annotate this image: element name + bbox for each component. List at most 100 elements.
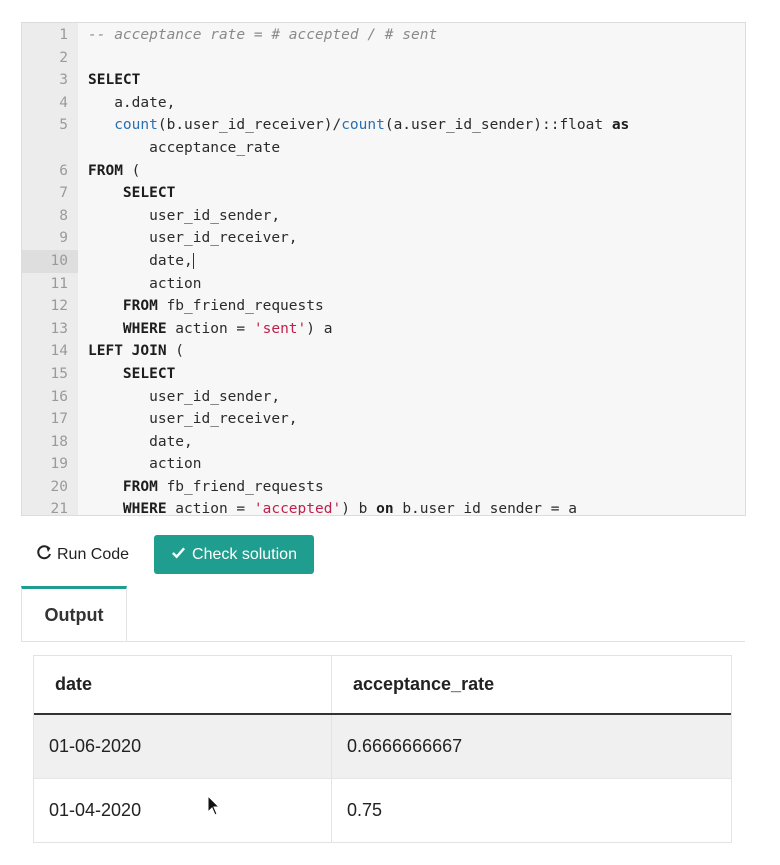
- code-line[interactable]: 8 user_id_sender,: [22, 205, 745, 228]
- code-text: count(b.user_id_receiver)/count(a.user_i…: [88, 114, 733, 159]
- code-line[interactable]: 18 date,: [22, 431, 745, 454]
- line-number: 1: [59, 27, 68, 43]
- line-number: 20: [50, 478, 68, 495]
- line-number: 10: [22, 249, 78, 273]
- line-number: 3: [59, 72, 68, 89]
- line-number: 18: [50, 433, 68, 450]
- output-tabbar: Output: [21, 586, 745, 642]
- line-number: 15: [50, 365, 68, 382]
- code-line[interactable]: 1 -- acceptance rate = # accepted / # sen…: [22, 24, 745, 47]
- code-text: SELECT: [88, 69, 733, 92]
- code-text: action: [88, 273, 733, 296]
- code-token: user_id_receiver,: [88, 411, 298, 428]
- line-number: 5: [59, 117, 68, 134]
- code-text: LEFT JOIN (: [88, 340, 733, 363]
- code-line[interactable]: 16 user_id_sender,: [22, 386, 745, 409]
- code-token: date,: [88, 433, 193, 450]
- line-number: 4: [59, 94, 68, 111]
- checkmark-icon: [171, 545, 186, 565]
- code-text: user_id_sender,: [88, 205, 733, 228]
- code-token: FROM: [122, 298, 158, 315]
- code-text: user_id_receiver,: [88, 227, 733, 250]
- run-code-button[interactable]: Run Code: [36, 541, 129, 569]
- code-line[interactable]: 7 SELECT: [22, 182, 745, 205]
- code-line[interactable]: 17 user_id_receiver,: [22, 408, 745, 431]
- code-text: WHERE action = 'sent') a: [88, 318, 733, 341]
- code-token: user_id_receiver,: [88, 230, 298, 247]
- tab-output[interactable]: Output: [21, 586, 127, 641]
- code-token: user_id_sender,: [88, 207, 281, 224]
- code-line[interactable]: 21 WHERE action = 'accepted') b on b.use…: [22, 498, 745, 516]
- code-token: ) b: [341, 501, 377, 516]
- code-text: FROM fb_friend_requests: [88, 476, 733, 499]
- table-header-row: date acceptance_rate: [34, 656, 731, 715]
- code-line[interactable]: 9 user_id_receiver,: [22, 227, 745, 250]
- code-token: FROM: [122, 478, 158, 495]
- line-number: 17: [50, 411, 68, 428]
- code-token: LEFT JOIN: [88, 343, 167, 360]
- code-text: a.date,: [88, 92, 733, 115]
- line-number: 8: [59, 207, 68, 224]
- code-token: SELECT: [122, 185, 176, 202]
- code-lines[interactable]: 1 -- acceptance rate = # accepted / # sen…: [22, 24, 745, 516]
- cell-acceptance-rate: 0.75: [331, 778, 731, 842]
- code-line[interactable]: 5 count(b.user_id_receiver)/count(a.user…: [22, 114, 745, 159]
- text-cursor: [192, 252, 194, 269]
- code-text: WHERE action = 'accepted') b on b.user_i…: [88, 498, 733, 516]
- run-code-label: Run Code: [57, 546, 130, 563]
- code-line[interactable]: 14 LEFT JOIN (: [22, 340, 745, 363]
- line-number: 21: [50, 501, 68, 516]
- cell-acceptance-rate: 0.6666666667: [331, 713, 731, 779]
- code-line[interactable]: 3 SELECT: [22, 69, 745, 92]
- code-token: (: [166, 343, 185, 360]
- line-number: 7: [59, 185, 68, 202]
- code-line[interactable]: 10 date,: [22, 249, 745, 273]
- code-token: fb_friend_requests: [157, 478, 324, 495]
- code-text: user_id_sender,: [88, 386, 733, 409]
- column-header-acceptance-rate: acceptance_rate: [331, 656, 731, 715]
- code-token: acceptance_rate: [149, 139, 281, 156]
- code-line[interactable]: 6 FROM (: [22, 160, 745, 183]
- code-line[interactable]: 19 action: [22, 453, 745, 476]
- code-text: user_id_receiver,: [88, 408, 733, 431]
- code-text: -- acceptance rate = # accepted / # sent: [88, 24, 733, 47]
- code-line[interactable]: 4 a.date,: [22, 92, 745, 115]
- code-text: SELECT: [88, 363, 733, 386]
- check-solution-button[interactable]: Check solution: [154, 535, 314, 574]
- code-line[interactable]: 2: [22, 47, 745, 70]
- check-solution-label: Check solution: [192, 545, 297, 563]
- code-token: count: [114, 117, 158, 134]
- code-token: action: [88, 275, 202, 292]
- code-editor[interactable]: 1 -- acceptance rate = # accepted / # sen…: [21, 22, 746, 516]
- refresh-icon: [36, 544, 52, 566]
- code-token: (: [122, 162, 141, 179]
- code-token: (b.user_id_receiver)/: [157, 117, 342, 134]
- code-token: SELECT: [122, 365, 176, 382]
- output-table: date acceptance_rate 01-06-2020 0.666666…: [33, 655, 732, 843]
- code-token: as: [611, 117, 630, 134]
- code-line[interactable]: 20 FROM fb_friend_requests: [22, 476, 745, 499]
- code-text: action: [88, 453, 733, 476]
- code-line[interactable]: 13 WHERE action = 'sent') a: [22, 318, 745, 341]
- code-text: FROM fb_friend_requests: [88, 295, 733, 318]
- table-row: 01-06-2020 0.6666666667: [34, 713, 731, 779]
- code-token: ) a: [306, 320, 333, 337]
- code-line[interactable]: 12 FROM fb_friend_requests: [22, 295, 745, 318]
- code-token: action =: [166, 501, 254, 516]
- line-number: 12: [50, 298, 68, 315]
- code-line[interactable]: 15 SELECT: [22, 363, 745, 386]
- code-line[interactable]: 11 action: [22, 273, 745, 296]
- code-text: FROM (: [88, 160, 733, 183]
- code-token: WHERE: [122, 501, 167, 516]
- code-token: a.date,: [88, 94, 176, 111]
- cell-date: 01-06-2020: [34, 713, 332, 779]
- column-header-date: date: [34, 656, 332, 715]
- table-row: 01-04-2020 0.75: [34, 778, 731, 842]
- code-token: on: [376, 501, 394, 516]
- mouse-pointer-icon: [207, 795, 221, 816]
- code-token: 'sent': [253, 320, 307, 337]
- line-number: 14: [50, 343, 68, 360]
